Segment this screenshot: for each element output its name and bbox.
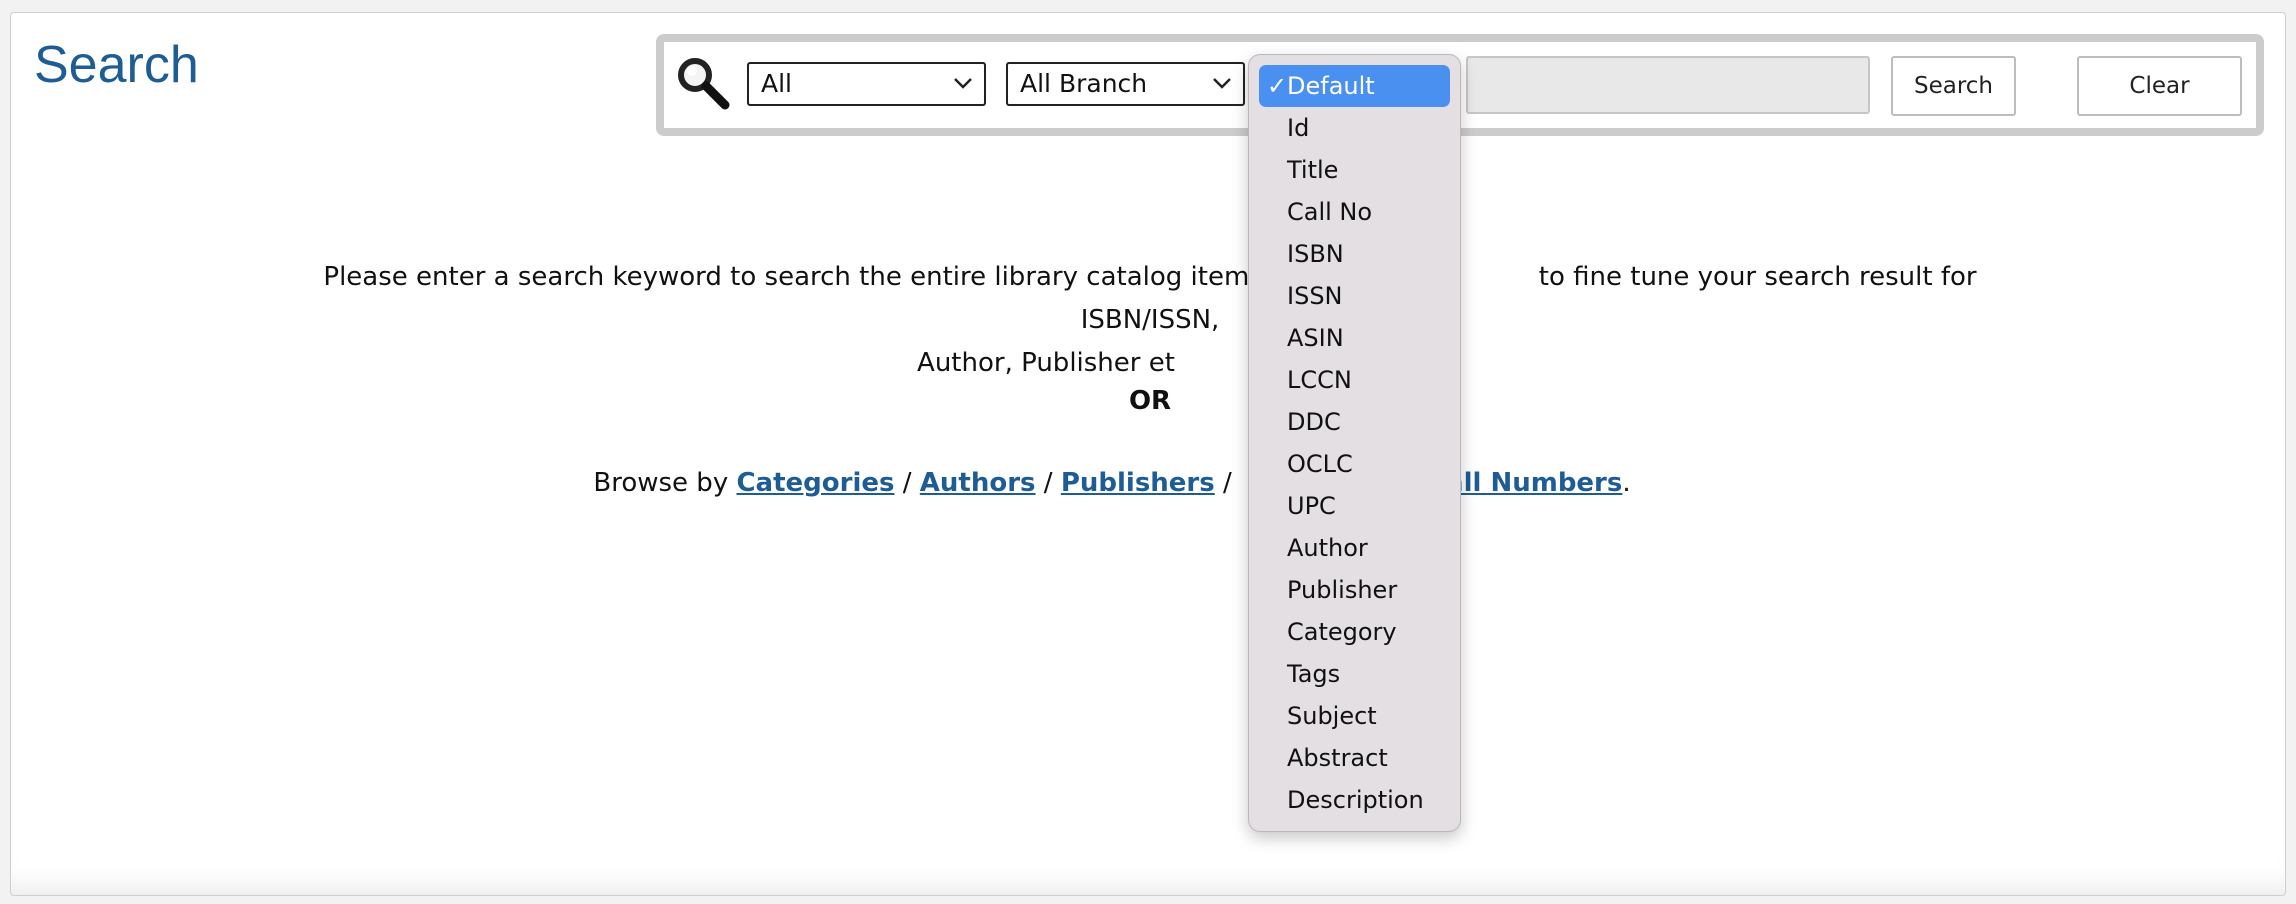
dropdown-option-oclc[interactable]: OCLC [1259,443,1450,485]
dropdown-option-label: OCLC [1287,450,1353,478]
browse-separator: / [1214,468,1241,498]
dropdown-option-description[interactable]: Description [1259,779,1450,821]
branch-select[interactable]: All Branch [1006,62,1245,106]
dropdown-option-label: ISSN [1287,282,1343,310]
dropdown-option-upc[interactable]: UPC [1259,485,1450,527]
dropdown-option-lccn[interactable]: LCCN [1259,359,1450,401]
dropdown-option-call-no[interactable]: Call No [1259,191,1450,233]
browse-call-numbers-link[interactable]: all Numbers [1446,468,1622,498]
dropdown-option-label: Call No [1287,198,1373,226]
dropdown-option-label: Category [1287,618,1397,646]
clear-button[interactable]: Clear [2077,56,2242,116]
browse-separator: / [894,468,920,498]
search-button[interactable]: Search [1891,56,2016,116]
dropdown-option-title[interactable]: Title [1259,149,1450,191]
dropdown-option-subject[interactable]: Subject [1259,695,1450,737]
checkmark-icon: ✓ [1267,72,1288,100]
dropdown-option-label: Id [1287,114,1310,142]
dropdown-option-abstract[interactable]: Abstract [1259,737,1450,779]
dropdown-option-issn[interactable]: ISSN [1259,275,1450,317]
dropdown-option-label: Author [1287,534,1368,562]
dropdown-option-category[interactable]: Category [1259,611,1450,653]
branch-select-value: All Branch [1020,69,1148,98]
type-select-value: All [761,69,792,98]
dropdown-option-label: Title [1287,156,1339,184]
dropdown-option-default[interactable]: ✓ Default [1259,65,1450,107]
dropdown-option-label: DDC [1287,408,1341,436]
type-select[interactable]: All [747,62,986,106]
dropdown-option-label: ASIN [1287,324,1344,352]
search-instructions: Please enter a search keyword to search … [300,256,2000,385]
search-input[interactable] [1466,56,1870,114]
dropdown-option-isbn[interactable]: ISBN [1259,233,1450,275]
chevron-down-icon [1213,78,1231,89]
dropdown-option-label: Default [1287,72,1375,100]
dropdown-option-label: Publisher [1287,576,1398,604]
browse-authors-link[interactable]: Authors [920,468,1036,498]
search-field-dropdown[interactable]: ✓ Default Id Title Call No ISBN ISSN ASI… [1248,54,1461,832]
dropdown-option-id[interactable]: Id [1259,107,1450,149]
browse-links: Browse by Categories / Authors / Publish… [0,468,2296,498]
dropdown-option-label: Description [1287,786,1424,814]
dropdown-option-publisher[interactable]: Publisher [1259,569,1450,611]
info-line2-start: Author, Publisher et [917,348,1175,378]
dropdown-option-label: Subject [1287,702,1377,730]
dropdown-option-tags[interactable]: Tags [1259,653,1450,695]
magnifier-icon [678,58,730,110]
browse-categories-link[interactable]: Categories [736,468,894,498]
dropdown-option-author[interactable]: Author [1259,527,1450,569]
dropdown-option-asin[interactable]: ASIN [1259,317,1450,359]
dropdown-option-label: Tags [1287,660,1341,688]
search-panel [10,12,2286,896]
browse-publishers-link[interactable]: Publishers [1061,468,1215,498]
page-title: Search [34,36,199,94]
dropdown-option-label: LCCN [1287,366,1352,394]
dropdown-option-ddc[interactable]: DDC [1259,401,1450,443]
chevron-down-icon [954,78,972,89]
browse-prefix: Browse by [593,468,737,498]
browse-separator: / [1035,468,1061,498]
dropdown-option-label: UPC [1287,492,1336,520]
browse-period: . [1622,468,1631,498]
or-separator: OR [1128,386,1172,416]
dropdown-option-label: Abstract [1287,744,1388,772]
info-line1-start: Please enter a search keyword to search … [323,262,1383,292]
dropdown-option-label: ISBN [1287,240,1344,268]
